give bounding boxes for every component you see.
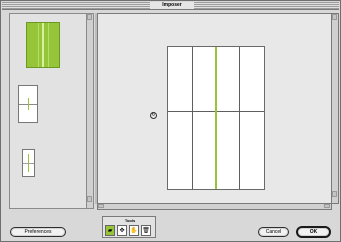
move-tool-icon[interactable]: ✥	[117, 225, 127, 236]
scroll-down-arrow[interactable]	[332, 191, 337, 197]
trash-tool-icon[interactable]: 🗑	[141, 225, 151, 236]
imposition-canvas[interactable]: ↻	[97, 13, 332, 204]
title-bar[interactable]: Imposer	[2, 2, 339, 10]
imposer-window: Imposer ↻ Preferences Tools ▰ ✥ ✋ 🗑 Canc…	[0, 0, 341, 242]
fold-line	[42, 23, 44, 67]
scroll-right-arrow[interactable]	[324, 204, 330, 208]
imposition-sheet[interactable]	[167, 46, 265, 190]
fold-tool-icon[interactable]: ▰	[105, 225, 115, 236]
scroll-down-arrow[interactable]	[87, 196, 92, 202]
thumbnail-green-sheet[interactable]	[26, 22, 60, 68]
thumbnail-panel	[9, 13, 87, 209]
thumbnail-white-sheet-small[interactable]	[22, 149, 35, 177]
rotate-icon[interactable]: ↻	[150, 112, 157, 119]
panel-divider	[239, 47, 240, 189]
scroll-up-arrow[interactable]	[87, 14, 92, 20]
cancel-button[interactable]: Cancel	[258, 227, 289, 237]
canvas-vertical-scrollbar[interactable]	[332, 13, 339, 204]
thumbnail-white-sheet-large[interactable]	[18, 85, 38, 123]
fold-line	[38, 23, 39, 67]
fold-line	[48, 23, 49, 67]
fold-line	[215, 47, 217, 189]
preferences-button[interactable]: Preferences	[10, 227, 66, 237]
hand-tool-icon[interactable]: ✋	[129, 225, 139, 236]
scroll-left-arrow[interactable]	[98, 204, 104, 208]
tools-palette: Tools ▰ ✥ ✋ 🗑	[102, 216, 156, 238]
thumbnail-scrollbar[interactable]	[87, 13, 94, 209]
ok-button[interactable]: OK	[296, 226, 331, 238]
tools-label: Tools	[124, 218, 136, 223]
fold-line	[28, 98, 29, 110]
panel-divider	[192, 47, 193, 189]
window-title: Imposer	[150, 2, 194, 9]
canvas-horizontal-scrollbar[interactable]	[97, 204, 332, 210]
scroll-up-arrow[interactable]	[332, 14, 337, 20]
fold-line	[23, 163, 34, 164]
